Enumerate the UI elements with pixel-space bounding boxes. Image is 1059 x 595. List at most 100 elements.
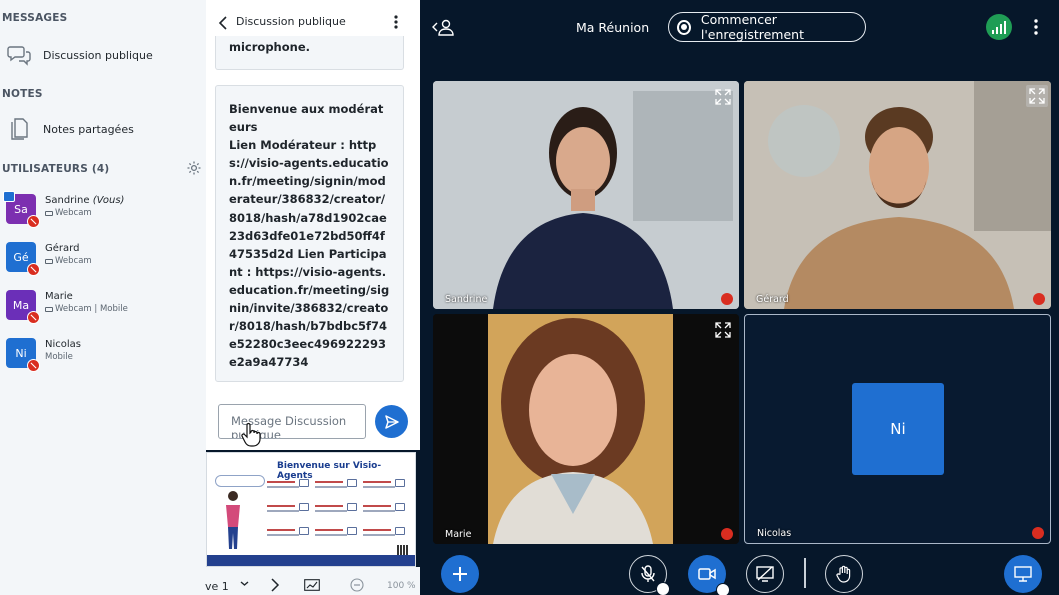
presentation-slide[interactable]: Bienvenue sur Visio-Agents [206, 452, 416, 567]
chevron-up-icon[interactable] [656, 582, 670, 595]
video-tile-gerard[interactable]: Gérard [744, 81, 1051, 309]
video-camera-icon [698, 568, 716, 580]
toggle-user-list-icon[interactable] [432, 18, 454, 36]
message-text: Bienvenue aux modérateurs Lien Modérateu… [229, 102, 390, 370]
muted-mic-icon [721, 293, 733, 305]
user-item-gerard[interactable]: Gé Gérard Webcam [6, 242, 202, 286]
next-slide-icon[interactable] [270, 578, 280, 592]
avatar-initials: Ma [12, 298, 30, 312]
avatar-initials: Sa [14, 202, 28, 216]
slide-feature-item [315, 479, 359, 493]
webcam-icon [45, 306, 53, 312]
expand-icon[interactable] [715, 89, 731, 105]
whiteboard-chart-icon[interactable] [304, 579, 320, 591]
connection-status-icon[interactable] [986, 14, 1012, 40]
microphone-off-icon [641, 565, 655, 582]
gear-icon[interactable] [186, 160, 202, 176]
slide-feature-item [315, 527, 359, 541]
chevron-left-icon[interactable] [218, 15, 228, 30]
chat-bubbles-icon [6, 42, 32, 68]
avatar: Ni [6, 338, 40, 372]
muted-mic-icon [1032, 527, 1044, 539]
video-tile-nicolas[interactable]: Ni Nicolas [744, 314, 1051, 544]
participant-video-graphic [433, 314, 739, 544]
zoom-out-icon[interactable] [350, 578, 364, 592]
chevron-up-icon[interactable] [716, 583, 730, 595]
start-recording-button[interactable]: Commencer l'enregistrement [668, 12, 866, 42]
send-icon [384, 414, 399, 429]
slide-feature-item [315, 503, 359, 517]
users-section-title: UTILISATEURS (4) [2, 163, 110, 175]
slide-footer-band [207, 555, 415, 566]
participant-name: Nicolas [757, 528, 792, 539]
participant-video-graphic [744, 81, 1051, 309]
zoom-level: 100 % [387, 581, 416, 591]
user-name: Sandrine (Vous) [45, 195, 125, 206]
participant-video-graphic [433, 81, 739, 309]
avatar-initials: Ni [15, 346, 27, 360]
toolbar-divider [804, 558, 806, 588]
user-device: Mobile [45, 352, 73, 362]
public-chat-nav-item[interactable]: Discussion publique [6, 42, 153, 68]
user-item-sandrine[interactable]: Sa Sandrine (Vous) Webcam [3, 191, 202, 238]
expand-icon[interactable] [1026, 85, 1048, 107]
slide-selector[interactable]: ve 1 [205, 580, 229, 593]
avatar: Ma [6, 290, 40, 324]
more-options-icon[interactable] [392, 14, 400, 30]
muted-mic-icon [27, 359, 40, 372]
user-name: Marie [45, 291, 73, 302]
slide-feature-item [267, 503, 311, 517]
raise-hand-icon [836, 565, 851, 583]
screen-share-button[interactable] [746, 555, 784, 593]
presentation-toggle-button[interactable] [1004, 555, 1042, 593]
raise-hand-button[interactable] [825, 555, 863, 593]
chat-title: Discussion publique [236, 15, 346, 28]
slide-feature-item [363, 527, 407, 541]
participant-name: Sandrine [445, 294, 488, 305]
webcam-icon [45, 210, 53, 216]
chat-message: Bienvenue aux modérateurs Lien Modérateu… [215, 85, 404, 382]
muted-mic-icon [721, 528, 733, 540]
message-text: microphone. [229, 40, 310, 54]
avatar: Gé [6, 242, 40, 276]
record-label: Commencer l'enregistrement [700, 12, 805, 42]
actions-plus-button[interactable] [441, 555, 479, 593]
person-illustration-icon [226, 491, 240, 549]
user-device: Webcam [45, 256, 92, 266]
meeting-title: Ma Réunion [576, 20, 650, 35]
slide-feature-item [267, 527, 311, 541]
user-name: Gérard [45, 243, 80, 254]
slide-title: Bienvenue sur Visio-Agents [277, 461, 382, 481]
slide-feature-item [267, 479, 311, 493]
shared-notes-label: Notes partagées [43, 122, 134, 136]
camera-button[interactable] [688, 555, 730, 595]
record-icon [677, 19, 691, 35]
expand-icon[interactable] [715, 322, 731, 338]
webcam-icon [45, 258, 53, 264]
user-name: Nicolas [45, 339, 81, 350]
unmute-microphone-button[interactable] [629, 555, 670, 595]
chat-header: Discussion publique [206, 0, 420, 36]
avatar: Sa [3, 191, 40, 228]
user-item-nicolas[interactable]: Ni Nicolas Mobile [6, 338, 202, 382]
send-message-button[interactable] [375, 405, 408, 438]
muted-mic-icon [27, 263, 40, 276]
muted-mic-icon [1033, 293, 1045, 305]
user-device: Webcam | Mobile [45, 304, 128, 314]
slide-feature-item [363, 503, 407, 517]
video-tile-sandrine[interactable]: Sandrine [433, 81, 739, 309]
messages-section-title: MESSAGES [2, 12, 68, 24]
meeting-action-bar [420, 548, 1059, 595]
hand-cursor-icon [240, 422, 262, 448]
chevron-down-icon[interactable] [240, 579, 249, 588]
participant-avatar: Ni [852, 383, 944, 475]
muted-mic-icon [27, 215, 40, 228]
muted-mic-icon [27, 311, 40, 324]
speech-bubble-graphic [215, 475, 265, 487]
previous-chat-message: microphone. [215, 36, 404, 70]
user-item-marie[interactable]: Ma Marie Webcam | Mobile [6, 290, 202, 334]
more-options-icon[interactable] [1032, 18, 1040, 36]
shared-notes-nav-item[interactable]: Notes partagées [6, 116, 134, 142]
video-tile-marie[interactable]: Marie [433, 314, 739, 544]
qr-code-icon [397, 545, 409, 555]
